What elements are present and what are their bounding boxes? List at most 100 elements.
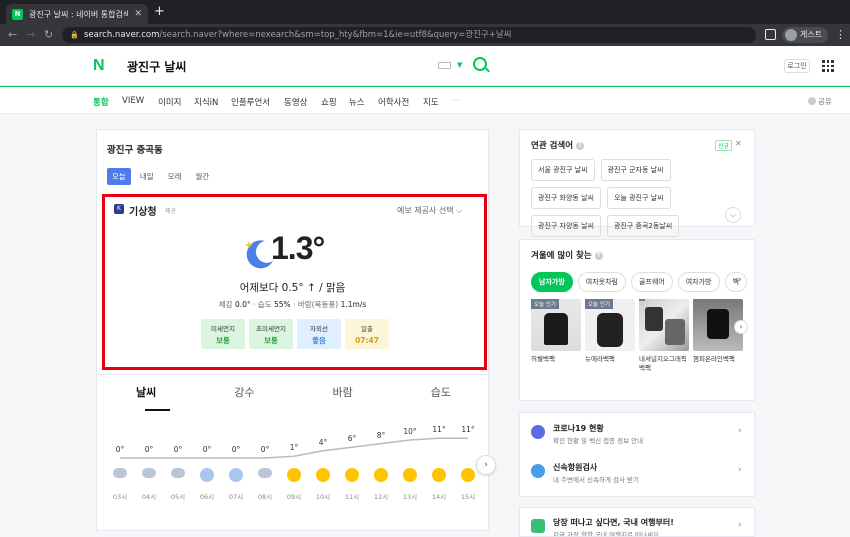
hour-temp: 0°: [260, 445, 270, 454]
link-title: 신속항원검사: [553, 463, 598, 472]
tab-monthly[interactable]: 월간: [190, 168, 214, 185]
products-next-icon[interactable]: ›: [734, 320, 748, 334]
tab-news[interactable]: 뉴스: [349, 96, 365, 108]
pill-bag[interactable]: 백: [724, 272, 747, 292]
tab-map[interactable]: 지도: [423, 96, 439, 108]
tab-dictionary[interactable]: 어학사전: [378, 96, 409, 108]
close-icon[interactable]: ✕: [735, 139, 742, 148]
chevron-right-icon: ›: [738, 426, 742, 436]
expand-chevron-icon[interactable]: ⌵: [725, 207, 741, 223]
new-tab-icon[interactable]: +: [154, 4, 165, 20]
forecast-next-button[interactable]: ›: [476, 455, 496, 475]
cloud-moon-icon: [171, 468, 185, 478]
product-name: 뉴에라백팩: [585, 355, 615, 363]
related-chip[interactable]: 광진구 중곡2동날씨: [606, 215, 680, 237]
related-chip[interactable]: 서울 광진구 날씨: [531, 159, 595, 181]
link-title: 코로나19 현황: [553, 424, 604, 433]
product-tag: 오늘 인기: [585, 299, 613, 309]
tab-view[interactable]: VIEW: [122, 96, 144, 106]
reader-mode-icon[interactable]: [765, 29, 776, 40]
sun-icon: [287, 468, 301, 482]
lock-icon: 🔒: [70, 31, 79, 39]
share-label: 공유: [818, 97, 832, 106]
product-tag: [639, 299, 645, 301]
product-list: 오늘 인기 허쉘백팩 오늘 인기 뉴에라백팩 내셔널지오그래픽백팩 챔피온라인백…: [531, 299, 743, 373]
winter-title-text: 겨울에 많이 찾는: [531, 251, 592, 261]
hour-time: 08시: [257, 493, 273, 501]
location-pin-icon: [531, 464, 545, 478]
related-chip[interactable]: 오늘 광진구 날씨: [606, 187, 671, 209]
forward-icon[interactable]: →: [26, 27, 35, 43]
related-chip[interactable]: 광진구 자양동 날씨: [531, 215, 601, 237]
travel-card: 당장 떠나고 싶다면, 국내 여행부터! 지금 가장 핫한 국내 여행지로 떠나…: [519, 507, 755, 537]
tab-tomorrow[interactable]: 내일: [135, 168, 159, 185]
naver-logo[interactable]: N: [93, 57, 105, 75]
guest-profile-button[interactable]: 게스트: [782, 27, 829, 43]
back-icon[interactable]: ←: [8, 27, 17, 43]
login-button[interactable]: 로그인: [784, 59, 810, 73]
close-tab-icon[interactable]: ✕: [134, 9, 142, 19]
hour-temp: 1°: [289, 443, 299, 453]
covid-status-link[interactable]: 코로나19 현황 확진 현황 및 백신 접종 정보 안내 ›: [531, 420, 751, 450]
tab-video[interactable]: 동영상: [284, 96, 307, 108]
tab-kin[interactable]: 지식iN: [194, 96, 218, 108]
product-name: 챔피온라인백팩: [693, 355, 735, 363]
product-item[interactable]: 내셔널지오그래픽백팩: [639, 299, 689, 373]
search-tabs: 통합 VIEW 이미지 지식iN 인플루언서 동영상 쇼핑 뉴스 어학사전 지도…: [0, 86, 850, 114]
hour-time: 07시: [228, 493, 244, 501]
product-name: 내셔널지오그래픽백팩: [639, 355, 687, 372]
hour-temp: 6°: [347, 434, 357, 444]
hour-temp: 8°: [376, 430, 386, 440]
hour-time: 12시: [373, 493, 389, 501]
browser-tab[interactable]: N 광진구 날씨 : 네이버 통합검색 ✕: [6, 4, 148, 24]
travel-link[interactable]: 당장 떠나고 싶다면, 국내 여행부터! 지금 가장 핫한 국내 여행지로 떠나…: [531, 514, 751, 537]
link-sub: 지금 가장 핫한 국내 여행지로 떠나세요: [553, 531, 660, 537]
product-image: [639, 299, 689, 351]
help-icon[interactable]: ?: [576, 142, 585, 150]
apps-grid-icon[interactable]: [822, 60, 834, 72]
product-item[interactable]: 오늘 인기 뉴에라백팩: [585, 299, 635, 373]
tab-shopping[interactable]: 쇼핑: [321, 96, 337, 108]
chevron-right-icon[interactable]: ›: [738, 275, 742, 285]
pill-golf-wear[interactable]: 골프웨어: [630, 272, 673, 292]
tab-influencer[interactable]: 인플루언서: [231, 96, 270, 108]
tab-today[interactable]: 오늘: [107, 168, 131, 185]
related-chip[interactable]: 광진구 군자동 날씨: [600, 159, 671, 181]
url-field[interactable]: 🔒 search.naver.com/search.naver?where=nex…: [62, 27, 756, 43]
hour-time: 15시: [460, 493, 476, 501]
search-icon[interactable]: [473, 57, 487, 71]
hour-temp: 0°: [202, 445, 212, 454]
hour-time: 04시: [141, 493, 157, 501]
tab-more[interactable]: ···: [452, 96, 460, 106]
weather-location[interactable]: 광진구 중곡동: [107, 142, 163, 156]
share-icon: [808, 97, 816, 105]
tab-integrated[interactable]: 통합: [93, 96, 109, 108]
browser-menu-icon[interactable]: ⋮: [835, 27, 846, 43]
reload-icon[interactable]: ↻: [44, 27, 53, 43]
product-name: 허쉘백팩: [531, 355, 555, 363]
product-item[interactable]: 챔피온라인백팩: [693, 299, 743, 373]
tab-image[interactable]: 이미지: [158, 96, 181, 108]
hour-temp: 0°: [231, 445, 241, 454]
pill-mens-bag[interactable]: 남자가방: [531, 272, 573, 292]
caret-down-icon[interactable]: ▼: [457, 61, 462, 69]
winter-pills: 남자가방 여자옷차림 골프웨어 여자가방 백: [531, 272, 747, 292]
moon-icon: [200, 468, 214, 482]
related-chips: 서울 광진구 날씨 광진구 군자동 날씨 광진구 화양동 날씨 오늘 광진구 날…: [531, 159, 741, 237]
search-input[interactable]: 광진구 날씨: [127, 58, 186, 75]
tab-day-after[interactable]: 모레: [163, 168, 187, 185]
related-chip[interactable]: 광진구 화양동 날씨: [531, 187, 601, 209]
share-button[interactable]: 공유: [808, 96, 832, 107]
hour-temp: 11°: [461, 425, 475, 435]
highlight-box: [102, 194, 487, 370]
hour-time: 06시: [199, 493, 215, 501]
rapid-test-link[interactable]: 신속항원검사 내 주변에서 신속하게 검사 받기 ›: [531, 459, 751, 489]
help-icon[interactable]: ?: [594, 252, 603, 260]
keyboard-icon[interactable]: [438, 62, 451, 69]
product-item[interactable]: 오늘 인기 허쉘백팩: [531, 299, 581, 373]
hour-temp: 0°: [173, 445, 183, 454]
guest-label: 게스트: [800, 30, 823, 39]
pill-womens-bag[interactable]: 여자가방: [677, 272, 720, 292]
sun-icon: [374, 468, 388, 482]
pill-womens-outfit[interactable]: 여자옷차림: [577, 272, 626, 292]
